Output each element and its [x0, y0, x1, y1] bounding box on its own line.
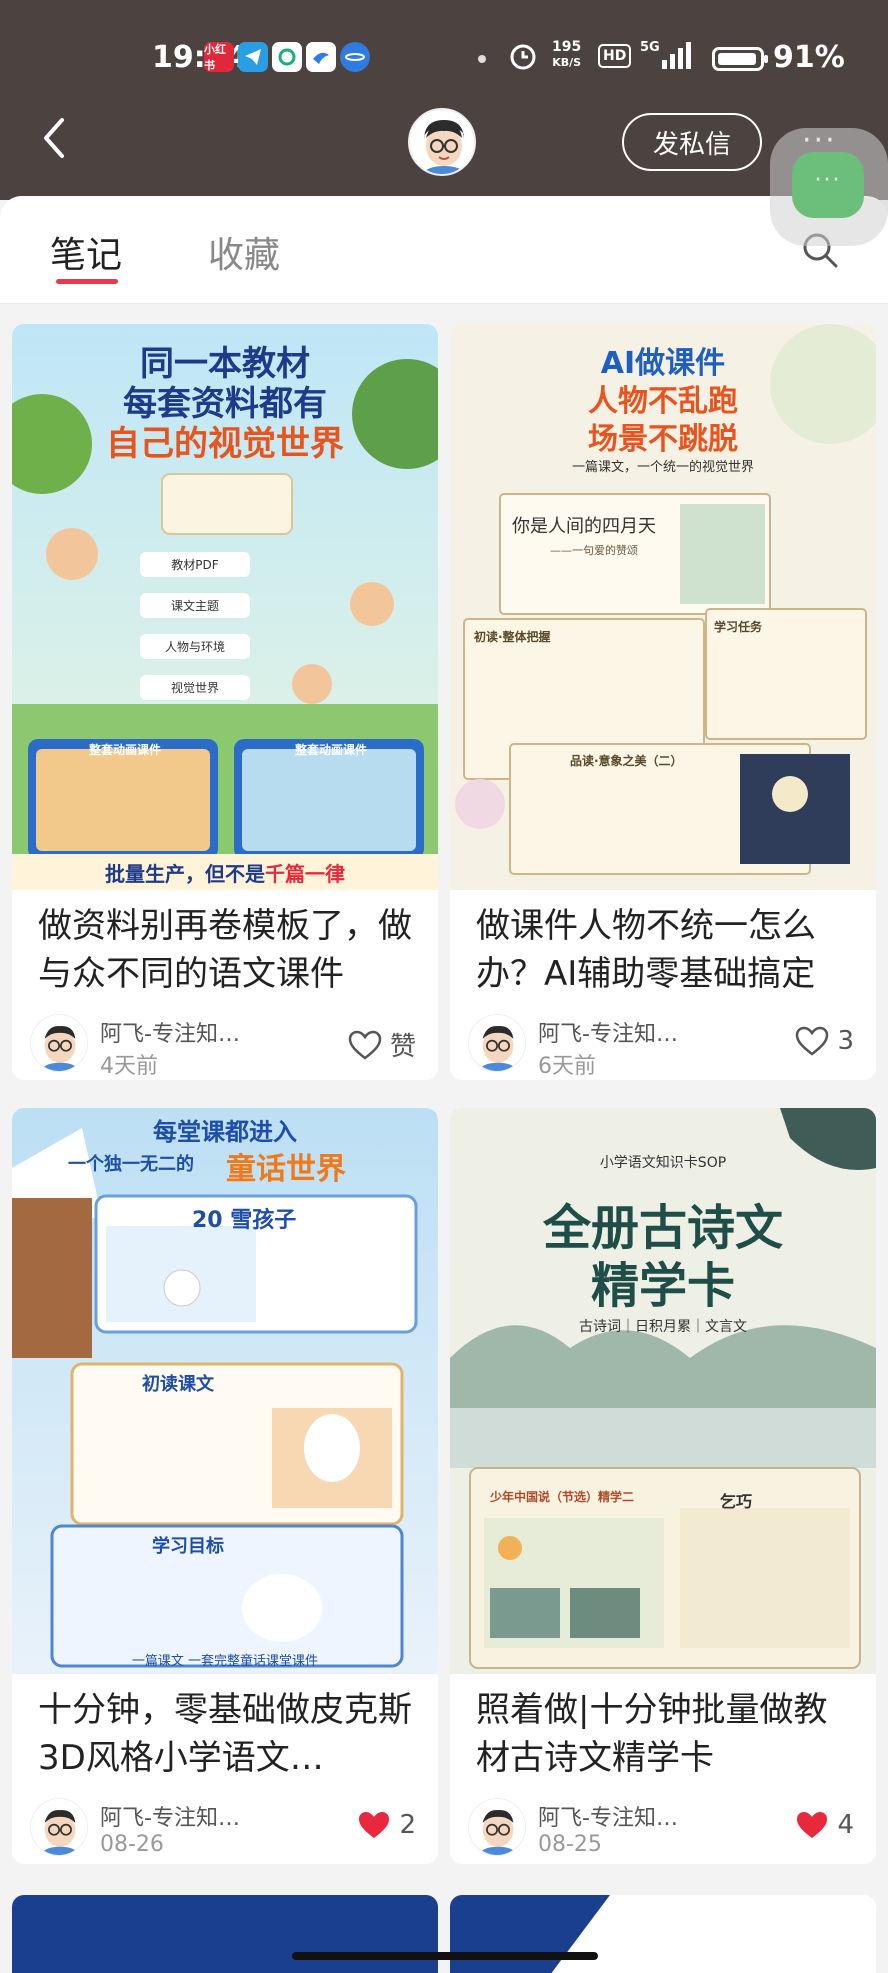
note-meta: 阿飞-专注知… 08-26 2 [12, 1784, 438, 1864]
like-count: 赞 [389, 1032, 416, 1062]
cover-kicker: 小学语文知识卡SOP [599, 1155, 727, 1171]
note-date: 08-26 [100, 1832, 164, 1857]
cover-footer: 批量生产，但不是千篇一律 [12, 858, 438, 887]
cover-headline-3: 场景不跳脱 [588, 422, 738, 457]
cover-headline-1: 每堂课都进入 [153, 1118, 297, 1146]
author-name[interactable]: 阿飞-专注知… [538, 1800, 678, 1832]
note-meta: 阿飞-专注知… 08-25 4 [450, 1784, 876, 1864]
back-arrow-icon[interactable] [36, 112, 76, 164]
author-name[interactable]: 阿飞-专注知… [538, 1016, 678, 1048]
author-avatar[interactable] [30, 1798, 88, 1856]
cover-subtitle: 一篇课文，一个统一的视觉世界 [571, 460, 754, 475]
battery-icon [712, 47, 768, 71]
author-name[interactable]: 阿飞-专注知… [100, 1800, 240, 1832]
tab-notes[interactable]: 笔记 [50, 226, 122, 278]
planet-app-icon [340, 42, 370, 72]
bird-app-icon [306, 42, 336, 72]
cover-card-title: 少年中国说（节选）精学二 [490, 1490, 635, 1504]
note-meta: 阿飞-专注知… 6天前 3 [450, 1000, 876, 1080]
network-type: 5G [640, 40, 660, 55]
cover-footer-prefix: 批量生产，但不是 [105, 862, 265, 886]
author-name[interactable]: 阿飞-专注知… [100, 1016, 240, 1048]
like-count: 3 [837, 1026, 854, 1056]
note-title[interactable]: 做资料别再卷模板了，做与众不同的语文课件 [12, 890, 438, 1000]
like-button[interactable]: 4 [795, 1810, 854, 1840]
author-avatar[interactable] [468, 1014, 526, 1072]
note-title[interactable]: 照着做|十分钟批量做教材古诗文精学卡 [450, 1674, 876, 1784]
cover-section: 学习任务 [714, 620, 763, 634]
cover-section: 初读课文 [142, 1374, 214, 1395]
note-meta: 阿飞-专注知… 4天前 赞 [12, 1000, 438, 1080]
chat-bubble-icon: ··· [792, 152, 864, 218]
heart-filled-icon [359, 1812, 390, 1838]
profile-tabs: 笔记 收藏 [0, 196, 888, 304]
send-message-button[interactable]: 发私信 [622, 113, 762, 171]
cover-lesson: 20 雪孩子 [192, 1208, 297, 1233]
note-cover-image[interactable]: 同一本教材 每套资料都有 自己的视觉世界 教材PDF 课文主题 人物与环境 视觉… [12, 324, 438, 890]
like-button[interactable]: 2 [357, 1810, 416, 1840]
cover-tag: 整套动画课件 [294, 743, 367, 757]
speed-value: 195 [552, 39, 582, 55]
home-indicator[interactable] [292, 1952, 598, 1960]
cover-tag: 整套动画课件 [88, 743, 161, 757]
cover-section: 品读·意象之美（二） [570, 754, 683, 768]
cover-step: 教材PDF [140, 552, 250, 577]
cover-footer: 一篇课文 一套完整童话课堂课件 [131, 1654, 319, 1669]
note-cover-image[interactable]: 每堂课都进入 一个独一无二的 童话世界 20 雪孩子 初读课文 学习目标 一篇课… [12, 1108, 438, 1674]
note-card-partial[interactable] [450, 1895, 876, 1973]
cover-subtitle: 古诗词｜日积月累｜文言文 [579, 1319, 747, 1335]
like-button[interactable]: 3 [795, 1026, 854, 1056]
cover-step: 视觉世界 [140, 675, 250, 700]
note-card-partial[interactable] [12, 1895, 438, 1973]
note-title[interactable]: 做课件人物不统一怎么办？AI辅助零基础搞定 [450, 890, 876, 1000]
alarm-icon [508, 40, 538, 78]
author-avatar[interactable] [30, 1014, 88, 1072]
cover-step: 课文主题 [140, 593, 250, 618]
cover-footer-accent: 千篇一律 [265, 862, 345, 886]
heart-outline-icon [348, 1030, 382, 1060]
note-title[interactable]: 十分钟，零基础做皮克斯3D风格小学语文… [12, 1674, 438, 1784]
note-date: 08-25 [538, 1832, 602, 1857]
cover-inner-subtitle: ——一句爱的赞颂 [550, 544, 638, 557]
author-avatar[interactable] [468, 1798, 526, 1856]
note-card[interactable]: 每堂课都进入 一个独一无二的 童话世界 20 雪孩子 初读课文 学习目标 一篇课… [12, 1108, 438, 1864]
cover-headline-2: 精学卡 [590, 1258, 735, 1314]
like-count: 2 [399, 1810, 416, 1840]
content-sheet: 笔记 收藏 同一本教材 每套资料都有 自己的视觉世界 教材PDF 课文主题 人物… [0, 196, 888, 1973]
cover-headline-3: 自己的视觉世界 [106, 424, 344, 464]
status-bar: 19:34 小红书 195 KB/S HD 5G 91% [0, 0, 888, 118]
notification-dot [478, 55, 486, 63]
hd-icon: HD [598, 44, 632, 68]
note-card[interactable]: AI做课件 人物不乱跑 场景不跳脱 一篇课文，一个统一的视觉世界 你是人间的四月… [450, 324, 876, 1080]
active-tab-indicator [56, 279, 118, 284]
cover-steps: 教材PDF 课文主题 人物与环境 视觉世界 [140, 552, 250, 700]
cover-inner-title: 你是人间的四月天 [512, 516, 656, 537]
cover-section: 学习目标 [152, 1536, 224, 1557]
cover-headline-3: 童话世界 [226, 1152, 346, 1187]
note-card[interactable]: 同一本教材 每套资料都有 自己的视觉世界 教材PDF 课文主题 人物与环境 视觉… [12, 324, 438, 1080]
signal-5g-icon: 5G [640, 40, 696, 78]
floating-assistant-button[interactable]: ··· [770, 128, 888, 246]
note-date: 4天前 [100, 1054, 158, 1079]
heart-outline-icon [796, 1026, 829, 1056]
cover-step: 人物与环境 [140, 634, 250, 659]
cover-section: 初读·整体把握 [474, 630, 551, 644]
speed-unit: KB/S [552, 56, 582, 69]
telegram-app-icon [238, 42, 268, 72]
like-count: 4 [837, 1810, 854, 1840]
profile-avatar[interactable] [408, 108, 476, 176]
battery-percent: 91% [773, 40, 845, 75]
note-card[interactable]: 小学语文知识卡SOP 全册古诗文 精学卡 古诗词｜日积月累｜文言文 少年中国说（… [450, 1108, 876, 1864]
note-cover-image[interactable]: 小学语文知识卡SOP 全册古诗文 精学卡 古诗词｜日积月累｜文言文 少年中国说（… [450, 1108, 876, 1674]
refresh-app-icon [272, 42, 302, 72]
network-speed: 195 KB/S [552, 40, 581, 70]
cover-headline-2: 一个独一无二的 [68, 1154, 194, 1175]
note-date: 6天前 [538, 1054, 596, 1079]
cover-card-right: 乞巧 [720, 1492, 753, 1511]
like-button[interactable]: 赞 [348, 1026, 416, 1063]
tab-favorites[interactable]: 收藏 [208, 226, 280, 278]
heart-filled-icon [797, 1812, 828, 1838]
xiaohongshu-app-icon: 小红书 [204, 42, 234, 72]
note-cover-image[interactable]: AI做课件 人物不乱跑 场景不跳脱 一篇课文，一个统一的视觉世界 你是人间的四月… [450, 324, 876, 890]
